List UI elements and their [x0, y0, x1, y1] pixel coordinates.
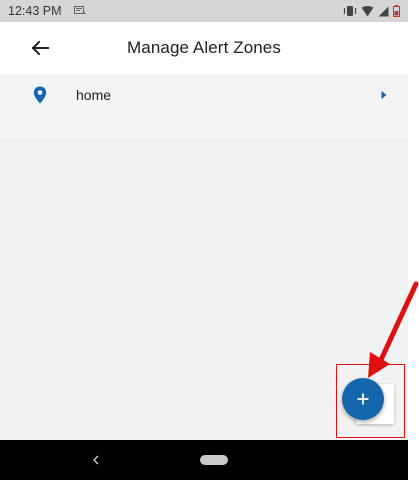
app-bar: Manage Alert Zones: [0, 22, 408, 74]
wifi-icon: [361, 5, 374, 16]
nav-home-button[interactable]: [200, 455, 228, 465]
signal-icon: [378, 6, 389, 16]
nav-back-icon[interactable]: [90, 453, 102, 467]
zone-list-item[interactable]: home: [0, 74, 408, 141]
vibrate-icon: [343, 6, 357, 16]
page-title: Manage Alert Zones: [127, 38, 281, 57]
status-icons: [343, 4, 400, 18]
status-time: 12:43 PM: [8, 4, 62, 18]
system-nav-bar: [0, 440, 408, 480]
annotation-arrow-icon: [368, 281, 419, 378]
notification-icon: [74, 6, 86, 15]
location-pin-icon: [33, 86, 47, 104]
zone-name: home: [76, 87, 112, 103]
chevron-right-icon: [381, 91, 387, 99]
status-bar: 12:43 PM: [0, 0, 408, 22]
battery-low-icon: [393, 5, 400, 17]
screenshot-margin: [408, 0, 419, 480]
